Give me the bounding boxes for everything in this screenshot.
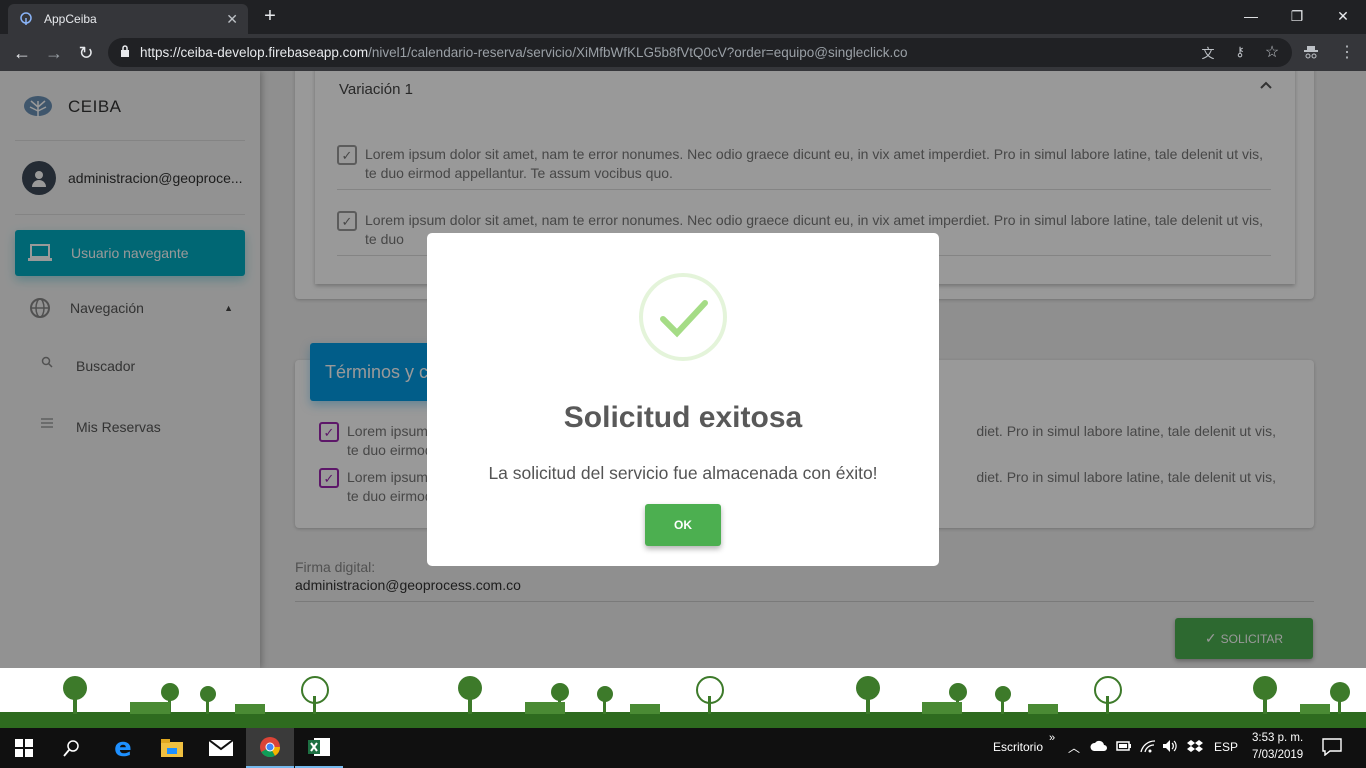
lock-icon — [120, 45, 130, 60]
dialog-message: La solicitud del servicio fue almacenada… — [488, 463, 878, 483]
success-dialog: Solicitud exitosa La solicitud del servi… — [427, 233, 939, 566]
onedrive-cloud-icon[interactable] — [1090, 740, 1108, 755]
clock-time[interactable]: 3:53 p. m. — [1252, 732, 1303, 744]
ok-button[interactable]: OK — [645, 504, 721, 546]
reload-icon[interactable]: ↻ — [72, 39, 100, 67]
chevron-up-icon[interactable]: ︿ — [1068, 739, 1080, 756]
browser-tabbar: AppCeiba ✕ + — ❐ ✕ — [0, 0, 1366, 34]
file-explorer-icon[interactable] — [148, 728, 196, 768]
restore-icon[interactable]: ❐ — [1274, 0, 1320, 32]
desktop-toolbar-label[interactable]: Escritorio — [993, 740, 1043, 754]
url-host: https://ceiba-develop.firebaseapp.com — [140, 45, 369, 60]
tree-logo-icon — [18, 11, 34, 27]
back-icon[interactable]: ← — [8, 39, 36, 67]
tab-title: AppCeiba — [44, 12, 97, 26]
excel-icon[interactable] — [295, 728, 343, 768]
address-bar[interactable]: https://ceiba-develop.firebaseapp.com/ni… — [108, 38, 1292, 67]
browser-toolbar: ← → ↻ https://ceiba-develop.firebaseapp.… — [0, 34, 1366, 71]
browser-tab[interactable]: AppCeiba ✕ — [8, 4, 248, 34]
language-indicator[interactable]: ESP — [1214, 740, 1238, 754]
taskbar: e Escritorio » ︿ ESP 3:53 p. m. 7/03/201… — [0, 728, 1366, 768]
clock-date[interactable]: 7/03/2019 — [1252, 749, 1303, 761]
dropbox-icon[interactable] — [1187, 739, 1203, 756]
forward-icon[interactable]: → — [40, 39, 68, 67]
translate-icon[interactable]: 文 — [1199, 43, 1217, 61]
window-close-icon[interactable]: ✕ — [1320, 0, 1366, 32]
forest-silhouette-image — [0, 676, 1366, 728]
battery-icon[interactable] — [1116, 740, 1132, 755]
chrome-icon[interactable] — [246, 728, 294, 768]
minimize-icon[interactable]: — — [1228, 0, 1274, 32]
menu-icon[interactable]: ⋮ — [1338, 43, 1356, 61]
double-chevron-icon[interactable]: » — [1049, 732, 1055, 744]
mail-icon[interactable] — [197, 728, 245, 768]
search-icon[interactable] — [48, 728, 96, 768]
dialog-title: Solicitud exitosa — [563, 401, 803, 434]
wifi-icon[interactable] — [1140, 739, 1156, 756]
key-icon[interactable]: ⚷ — [1231, 43, 1249, 61]
url-path: /nivel1/calendario-reserva/servicio/XiMf… — [368, 45, 908, 60]
bookmark-star-icon[interactable]: ☆ — [1263, 43, 1281, 61]
notification-icon[interactable] — [1322, 738, 1342, 759]
desktop-wallpaper — [0, 668, 1366, 728]
incognito-icon[interactable] — [1302, 43, 1320, 61]
new-tab-button[interactable]: + — [260, 6, 280, 26]
close-tab-icon[interactable]: ✕ — [226, 11, 238, 28]
volume-icon[interactable] — [1162, 739, 1178, 756]
page-viewport: CEIBA administracion@geoproce... Usuario… — [0, 71, 1366, 668]
windows-start-icon[interactable] — [0, 728, 48, 768]
success-check-icon — [639, 273, 727, 361]
edge-browser-icon[interactable]: e — [99, 728, 147, 768]
